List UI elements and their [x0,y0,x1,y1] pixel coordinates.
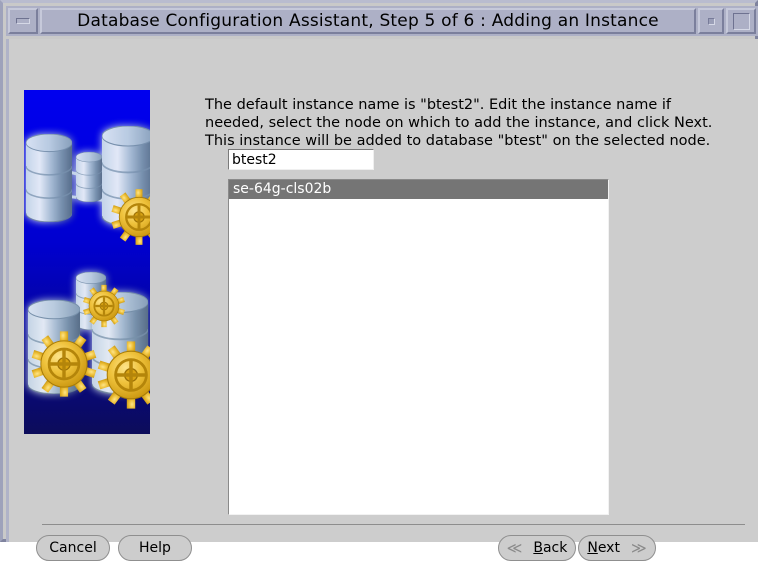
chevron-right-icon: ≫ [630,538,647,557]
maximize-button[interactable] [726,8,756,34]
back-rest: ack [542,540,568,556]
minimize-icon [16,18,30,24]
footer-separator [42,524,745,525]
instance-name-input[interactable] [228,149,374,170]
back-mnemonic: B [533,540,543,556]
next-rest: ext [597,540,620,556]
database-illustration [24,90,150,434]
cancel-button[interactable]: Cancel [36,535,110,561]
database-illustration-graphic [24,90,150,434]
next-mnemonic: N [587,540,598,556]
node-list[interactable]: se-64g-cls02b [228,179,609,515]
back-button-label: Back [533,540,567,556]
minimize-button[interactable] [8,8,38,34]
help-button[interactable]: Help [118,535,192,561]
window-title: Database Configuration Assistant, Step 5… [40,8,696,34]
application-window: Database Configuration Assistant, Step 5… [0,0,758,561]
back-button[interactable]: ≪ Back [498,535,576,561]
next-button[interactable]: Next ≫ [578,535,656,561]
title-bar: Database Configuration Assistant, Step 5… [6,6,758,36]
shade-button[interactable] [698,8,724,34]
client-area: The default instance name is "btest2". E… [6,39,758,561]
list-item[interactable]: se-64g-cls02b [229,180,608,199]
chevron-left-icon: ≪ [506,538,523,557]
window-controls [698,8,756,34]
instruction-text: The default instance name is "btest2". E… [205,97,713,149]
maximize-icon [732,12,750,30]
next-button-label: Next [587,540,620,556]
shade-icon [707,17,715,25]
